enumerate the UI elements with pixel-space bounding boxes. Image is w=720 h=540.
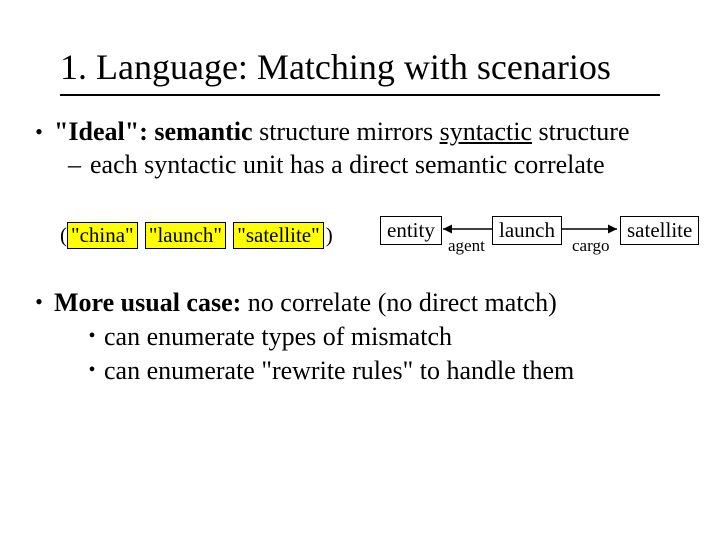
paren-close: ) (326, 223, 333, 247)
example-row: ("china" "launch" "satellite") entity ag… (60, 214, 700, 264)
bullet-1-bold: "Ideal": semantic (54, 117, 253, 146)
title-underline (60, 94, 660, 96)
bullet-dot-icon: • (24, 286, 54, 318)
bullet-1-underline: syntactic (440, 117, 532, 146)
bullet-1: • "Ideal": semantic structure mirrors sy… (24, 116, 696, 149)
box-entity: entity (380, 216, 442, 245)
bullet-1-sub-text: each syntactic unit has a direct semanti… (90, 149, 605, 182)
bullet-2-bold: More usual case: (54, 288, 241, 317)
slide-title: 1. Language: Matching with scenarios (60, 48, 680, 88)
role-agent: agent (448, 236, 485, 256)
box-launch: launch (492, 216, 562, 245)
box-satellite: satellite (620, 216, 699, 245)
bullet-2-text: More usual case: no correlate (no direct… (54, 286, 696, 320)
paren-open: ( (60, 223, 67, 247)
bullet-2: • More usual case: no correlate (no dire… (24, 286, 696, 320)
bullet-2-sub-2-text: can enumerate "rewrite rules" to handle … (104, 354, 574, 388)
example-tokens: ("china" "launch" "satellite") (60, 222, 333, 249)
bullet-dot-icon: • (24, 116, 54, 148)
bullet-2-sub-2: • can enumerate "rewrite rules" to handl… (80, 354, 696, 388)
bullet-dot-icon: • (80, 354, 104, 386)
semantic-diagram: entity agent launch cargo satellite (380, 214, 700, 264)
bullet-1-sub: – each syntactic unit has a direct seman… (68, 149, 696, 182)
bullet-1-mid: structure mirrors (253, 117, 440, 146)
bullet-2-sub-1: • can enumerate types of mismatch (80, 320, 696, 354)
bullet-2-sub-1-text: can enumerate types of mismatch (104, 320, 452, 354)
token-china: "china" (67, 222, 138, 249)
token-satellite: "satellite" (233, 222, 323, 249)
bullet-1-suffix: structure (532, 117, 629, 146)
token-launch: "launch" (145, 222, 226, 249)
role-cargo: cargo (572, 236, 609, 256)
body-lower: • More usual case: no correlate (no dire… (24, 286, 696, 387)
dash-icon: – (68, 149, 90, 182)
body-top: • "Ideal": semantic structure mirrors sy… (24, 116, 696, 181)
bullet-1-text: "Ideal": semantic structure mirrors synt… (54, 116, 696, 149)
bullet-2-rest: no correlate (no direct match) (241, 288, 556, 317)
bullet-dot-icon: • (80, 320, 104, 352)
slide: 1. Language: Matching with scenarios • "… (0, 0, 720, 540)
